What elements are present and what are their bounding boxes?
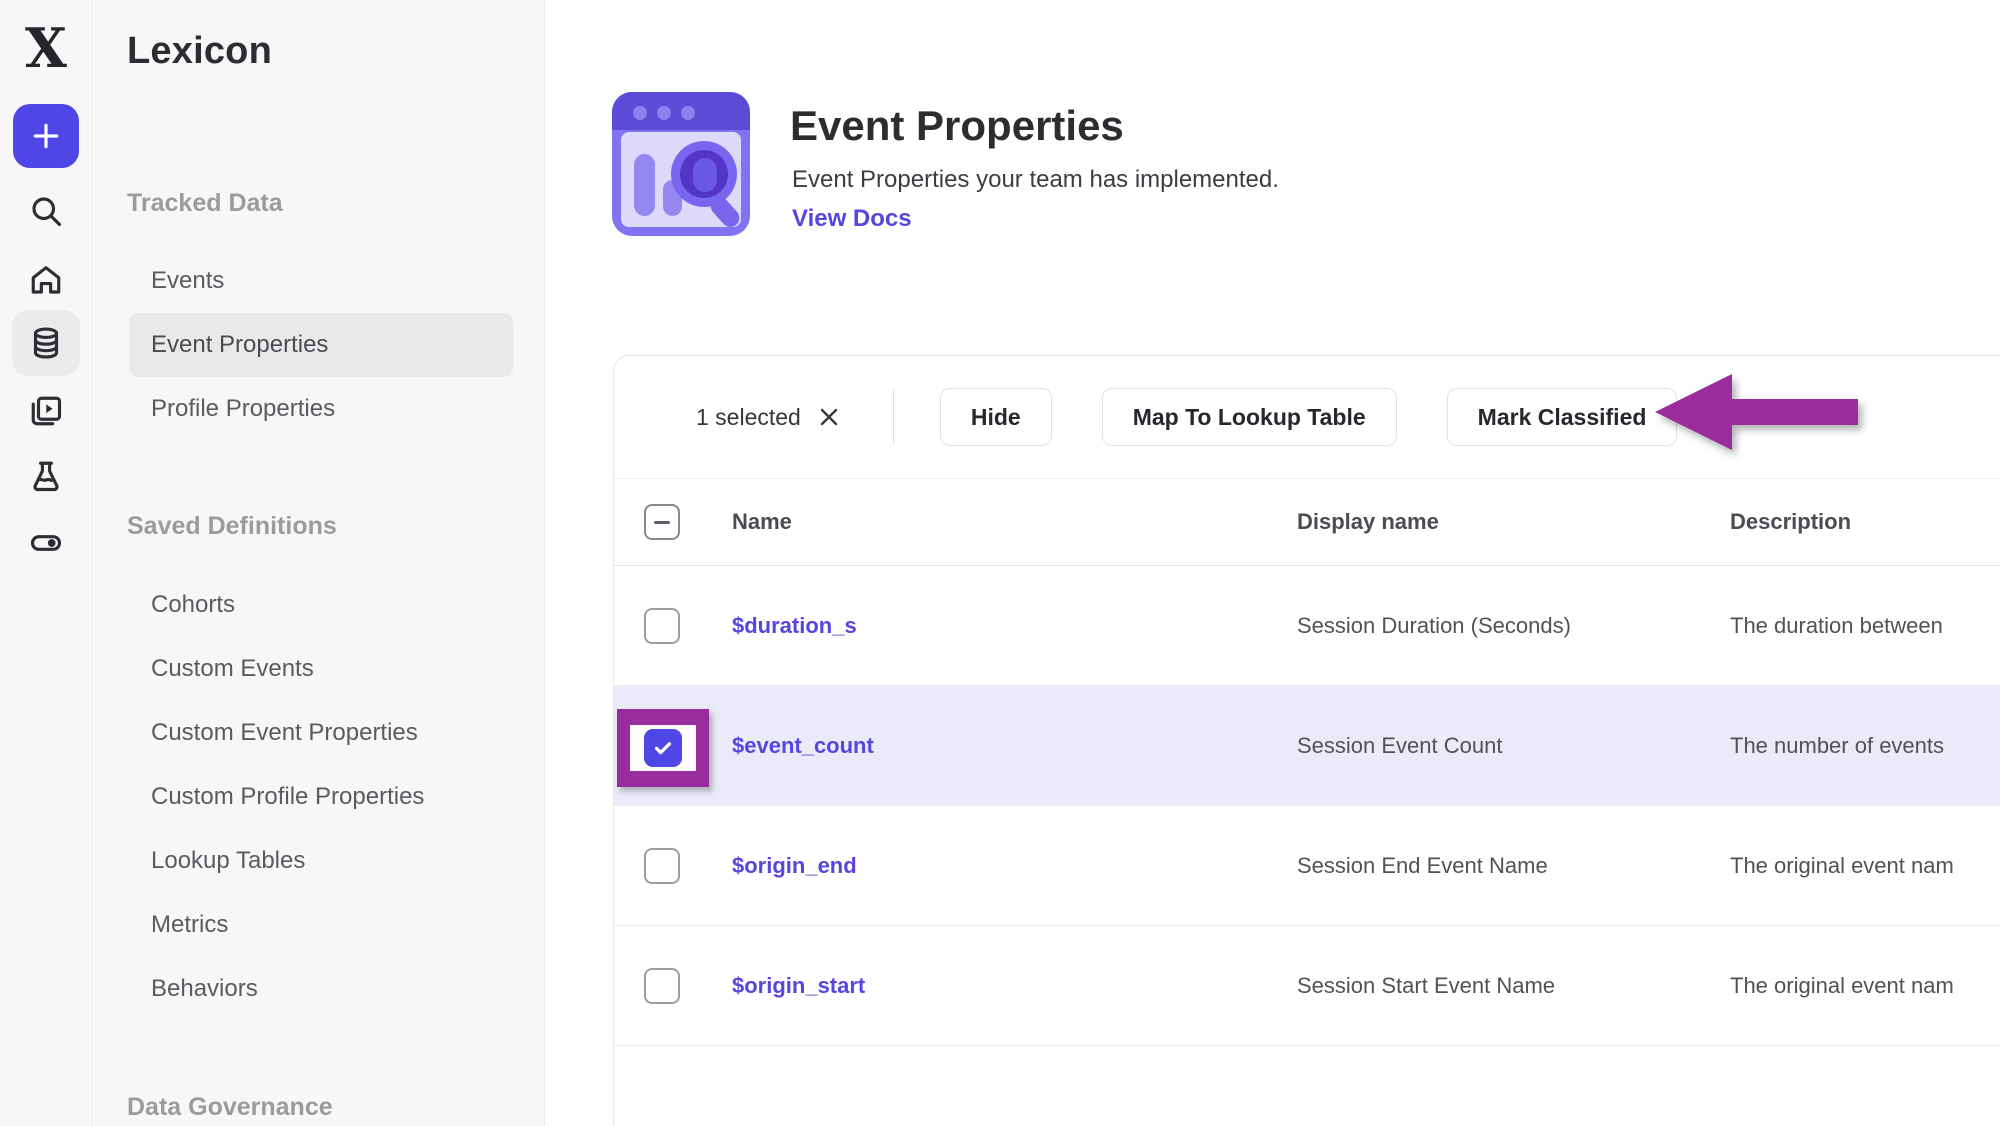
sidebar-item-events[interactable]: Events bbox=[129, 249, 513, 313]
property-name-link[interactable]: $origin_start bbox=[732, 973, 865, 998]
row-checkbox-checked[interactable] bbox=[644, 729, 682, 767]
view-docs-link[interactable]: View Docs bbox=[792, 205, 912, 233]
check-icon bbox=[652, 737, 674, 759]
create-button[interactable] bbox=[13, 104, 79, 168]
lexicon-page: X bbox=[0, 0, 2000, 1126]
search-icon[interactable] bbox=[12, 178, 80, 244]
toggle-icon[interactable] bbox=[12, 510, 80, 576]
mixpanel-logo-icon[interactable]: X bbox=[14, 16, 78, 80]
table-row: $origin_start Session Start Event Name T… bbox=[614, 926, 2000, 1046]
lexicon-sidebar: Lexicon Tracked Data Events Event Proper… bbox=[94, 0, 545, 1126]
toolbar-divider bbox=[893, 390, 894, 444]
property-display-name: Session Duration (Seconds) bbox=[1297, 613, 1730, 639]
sidebar-item-cohorts[interactable]: Cohorts bbox=[129, 573, 513, 637]
selection-count: 1 selected bbox=[696, 404, 801, 431]
video-icon[interactable] bbox=[12, 378, 80, 444]
page-subtitle: Event Properties your team has implement… bbox=[792, 166, 1279, 194]
flask-icon[interactable] bbox=[12, 443, 80, 509]
column-header-description: Description bbox=[1730, 509, 2000, 535]
sidebar-item-lookup-tables[interactable]: Lookup Tables bbox=[129, 829, 513, 893]
clear-selection-button[interactable] bbox=[817, 405, 841, 429]
property-description: The number of events bbox=[1730, 733, 2000, 759]
properties-table-card: 1 selected Hide Map To Lookup Table Mark… bbox=[613, 355, 2000, 1126]
plus-icon bbox=[30, 120, 62, 152]
section-data-governance: Data Governance bbox=[127, 1093, 544, 1123]
column-header-display-name: Display name bbox=[1297, 509, 1730, 535]
table-row-selected: $event_count Session Event Count The num… bbox=[614, 686, 2000, 806]
checkbox-highlight-annotation bbox=[617, 709, 709, 787]
page-title: Event Properties bbox=[790, 102, 1124, 150]
row-checkbox[interactable] bbox=[644, 848, 680, 884]
column-header-name: Name bbox=[732, 509, 1297, 535]
section-tracked-data: Tracked Data bbox=[127, 189, 544, 219]
property-name-link[interactable]: $duration_s bbox=[732, 613, 857, 638]
database-icon[interactable] bbox=[12, 310, 80, 376]
property-display-name: Session End Event Name bbox=[1297, 853, 1730, 879]
sidebar-item-custom-profile-properties[interactable]: Custom Profile Properties bbox=[129, 765, 513, 829]
close-icon bbox=[817, 405, 841, 429]
sidebar-title: Lexicon bbox=[127, 30, 544, 73]
hide-button[interactable]: Hide bbox=[940, 388, 1052, 446]
home-icon[interactable] bbox=[12, 247, 80, 313]
sidebar-item-event-properties[interactable]: Event Properties bbox=[129, 313, 513, 377]
property-name-link[interactable]: $event_count bbox=[732, 733, 874, 758]
property-description: The duration between bbox=[1730, 613, 2000, 639]
sidebar-item-behaviors[interactable]: Behaviors bbox=[129, 957, 513, 1021]
table-row: $duration_s Session Duration (Seconds) T… bbox=[614, 566, 2000, 686]
table-row: $origin_end Session End Event Name The o… bbox=[614, 806, 2000, 926]
sidebar-item-custom-event-properties[interactable]: Custom Event Properties bbox=[129, 701, 513, 765]
property-name-link[interactable]: $origin_end bbox=[732, 853, 857, 878]
app-rail: X bbox=[0, 0, 93, 1126]
property-display-name: Session Start Event Name bbox=[1297, 973, 1730, 999]
property-description: The original event nam bbox=[1730, 973, 2000, 999]
map-to-lookup-table-button[interactable]: Map To Lookup Table bbox=[1102, 388, 1397, 446]
sidebar-item-profile-properties[interactable]: Profile Properties bbox=[129, 377, 513, 441]
select-all-checkbox[interactable] bbox=[644, 504, 680, 540]
arrow-annotation-icon bbox=[1648, 366, 1864, 458]
row-checkbox[interactable] bbox=[644, 968, 680, 1004]
table-header-row: Name Display name Description bbox=[614, 479, 2000, 566]
sidebar-item-custom-events[interactable]: Custom Events bbox=[129, 637, 513, 701]
sidebar-item-metrics[interactable]: Metrics bbox=[129, 893, 513, 957]
row-checkbox[interactable] bbox=[644, 608, 680, 644]
window-chart-magnifier-icon bbox=[612, 92, 750, 236]
mark-classified-button[interactable]: Mark Classified bbox=[1447, 388, 1678, 446]
section-saved-definitions: Saved Definitions bbox=[127, 512, 544, 542]
property-display-name: Session Event Count bbox=[1297, 733, 1730, 759]
property-description: The original event nam bbox=[1730, 853, 2000, 879]
